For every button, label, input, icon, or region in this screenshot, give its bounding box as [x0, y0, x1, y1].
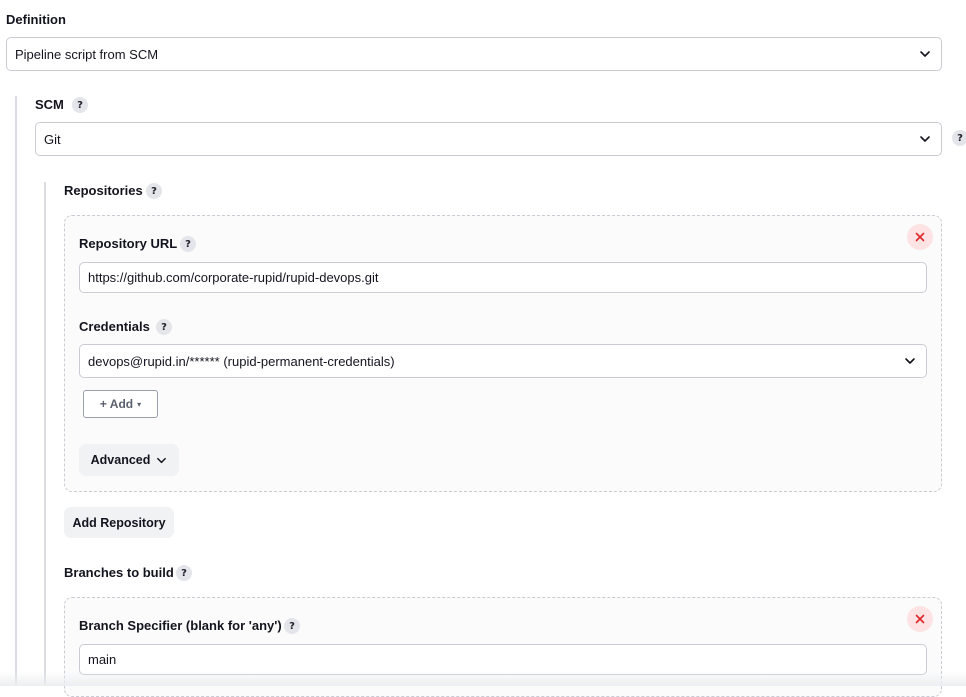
delete-branch-button[interactable]: [907, 606, 933, 632]
close-icon: [915, 232, 925, 242]
credentials-select[interactable]: devops@rupid.in/****** (rupid-permanent-…: [79, 344, 927, 378]
branch-specifier-input[interactable]: main: [79, 644, 927, 675]
credentials-selected-value: devops@rupid.in/****** (rupid-permanent-…: [88, 353, 395, 369]
add-repository-label: Add Repository: [72, 515, 166, 530]
scm-selected-value: Git: [44, 131, 61, 147]
repositories-label: Repositories: [64, 183, 143, 198]
repository-url-value: https://github.com/corporate-rupid/rupid…: [88, 270, 379, 285]
repository-url-label: Repository URL: [79, 236, 178, 251]
scm-label: SCM: [35, 97, 64, 112]
git-section-rail: [44, 182, 46, 686]
repository-url-help-icon[interactable]: ?: [180, 236, 196, 252]
definition-select[interactable]: Pipeline script from SCM: [6, 37, 942, 71]
bottom-edge-shadow: [0, 672, 966, 686]
definition-label: Definition: [6, 12, 66, 27]
definition-selected-value: Pipeline script from SCM: [15, 46, 159, 62]
scm-help-icon[interactable]: ?: [72, 97, 88, 113]
scm-select[interactable]: Git: [35, 122, 942, 156]
advanced-label: Advanced: [90, 453, 151, 467]
credentials-help-icon[interactable]: ?: [156, 319, 172, 335]
chevron-down-icon: [920, 136, 930, 142]
add-credentials-button[interactable]: + Add ▾: [83, 390, 158, 418]
chevron-down-icon: [920, 51, 930, 57]
close-icon: [915, 614, 925, 624]
scm-select-help-icon[interactable]: ?: [952, 130, 966, 146]
repositories-help-icon[interactable]: ?: [146, 183, 162, 199]
repository-url-input[interactable]: https://github.com/corporate-rupid/rupid…: [79, 262, 927, 293]
branches-label: Branches to build: [64, 565, 174, 580]
branch-specifier-value: main: [88, 652, 117, 667]
chevron-down-icon: [905, 358, 915, 364]
branches-help-icon[interactable]: ?: [176, 565, 192, 581]
caret-down-icon: ▾: [137, 399, 142, 409]
scm-section-rail: [15, 96, 17, 686]
branch-specifier-help-icon[interactable]: ?: [284, 618, 300, 634]
add-repository-button[interactable]: Add Repository: [64, 507, 174, 538]
delete-repository-button[interactable]: [907, 224, 933, 250]
branch-specifier-label: Branch Specifier (blank for 'any'): [79, 618, 282, 633]
advanced-button[interactable]: Advanced: [79, 444, 179, 476]
chevron-down-icon: [157, 457, 167, 463]
credentials-label: Credentials: [79, 319, 150, 334]
add-credentials-label: + Add: [99, 397, 134, 411]
